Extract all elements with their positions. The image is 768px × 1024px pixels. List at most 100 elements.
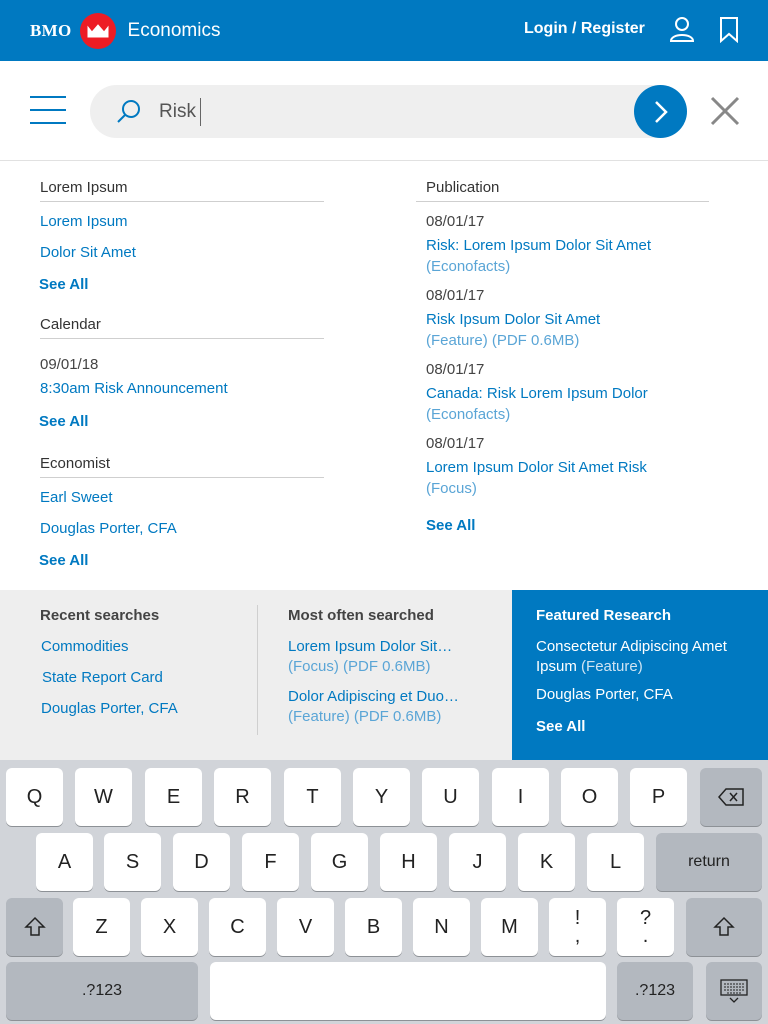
- publication-link[interactable]: Canada: Risk Lorem Ipsum Dolor: [426, 385, 648, 402]
- featured-heading: Featured Research: [536, 607, 672, 624]
- key-q[interactable]: Q: [6, 768, 63, 826]
- section-heading: Calendar: [40, 311, 324, 339]
- key-v[interactable]: V: [277, 898, 334, 956]
- top-bar: BMO Economics Login / Register: [0, 0, 768, 61]
- hamburger-menu-icon[interactable]: [30, 96, 66, 124]
- featured-type: (Feature): [581, 658, 643, 675]
- key-exclaim-comma[interactable]: ! ,: [549, 898, 606, 956]
- key-e[interactable]: E: [145, 768, 202, 826]
- key-b[interactable]: B: [345, 898, 402, 956]
- most-often-link[interactable]: Lorem Ipsum Dolor Sit…: [288, 638, 452, 655]
- most-often-link[interactable]: Dolor Adipiscing et Duo…: [288, 688, 459, 705]
- publication-type: (Feature) (PDF 0.6MB): [426, 332, 580, 349]
- publication-date: 08/01/17: [426, 361, 485, 378]
- key-h[interactable]: H: [380, 833, 437, 891]
- chevron-right-icon: [654, 100, 668, 123]
- key-p[interactable]: P: [630, 768, 687, 826]
- recent-search-item[interactable]: Commodities: [41, 638, 129, 655]
- key-i[interactable]: I: [492, 768, 549, 826]
- see-all-publication[interactable]: See All: [426, 517, 475, 534]
- economist-link-1[interactable]: Earl Sweet: [40, 489, 113, 506]
- publication-type: (Econofacts): [426, 258, 511, 275]
- key-bottom-char: ,: [574, 925, 581, 947]
- see-all-economist[interactable]: See All: [39, 552, 88, 569]
- bottom-panels: Recent searches Commodities State Report…: [0, 590, 768, 760]
- publication-date: 08/01/17: [426, 435, 485, 452]
- publication-section: Publication: [416, 174, 709, 202]
- calendar-event-link[interactable]: 8:30am Risk Announcement: [40, 380, 228, 397]
- panel-divider: [257, 605, 258, 735]
- search-input[interactable]: [159, 99, 619, 125]
- key-z[interactable]: Z: [73, 898, 130, 956]
- featured-title-line2[interactable]: Ipsum (Feature): [536, 658, 643, 675]
- key-o[interactable]: O: [561, 768, 618, 826]
- section-heading: Economist: [40, 450, 324, 478]
- section-heading: Lorem Ipsum: [40, 174, 324, 202]
- search-box[interactable]: [90, 85, 687, 138]
- recent-search-item[interactable]: Douglas Porter, CFA: [41, 700, 178, 717]
- login-register-link[interactable]: Login / Register: [524, 20, 645, 38]
- calendar-date: 09/01/18: [40, 356, 99, 373]
- hide-keyboard-key[interactable]: [706, 962, 762, 1020]
- section-heading: Publication: [416, 174, 709, 202]
- bookmark-icon[interactable]: [719, 17, 739, 48]
- key-s[interactable]: S: [104, 833, 161, 891]
- lorem-link-2[interactable]: Dolor Sit Amet: [40, 244, 136, 261]
- key-k[interactable]: K: [518, 833, 575, 891]
- key-c[interactable]: C: [209, 898, 266, 956]
- text-caret: [200, 98, 201, 126]
- search-row: [0, 61, 768, 161]
- search-icon: [116, 99, 142, 130]
- search-submit-button[interactable]: [634, 85, 687, 138]
- publication-link[interactable]: Risk: Lorem Ipsum Dolor Sit Amet: [426, 237, 651, 254]
- key-question-period[interactable]: ? .: [617, 898, 674, 956]
- shift-left-key[interactable]: [6, 898, 63, 956]
- key-g[interactable]: G: [311, 833, 368, 891]
- recent-searches-heading: Recent searches: [40, 607, 160, 624]
- key-j[interactable]: J: [449, 833, 506, 891]
- economist-link-2[interactable]: Douglas Porter, CFA: [40, 520, 177, 537]
- key-t[interactable]: T: [284, 768, 341, 826]
- key-r[interactable]: R: [214, 768, 271, 826]
- publication-link[interactable]: Lorem Ipsum Dolor Sit Amet Risk: [426, 459, 647, 476]
- featured-research-panel: Featured Research Consectetur Adipiscing…: [512, 590, 768, 760]
- publication-date: 08/01/17: [426, 213, 485, 230]
- publication-date: 08/01/17: [426, 287, 485, 304]
- close-icon[interactable]: [709, 95, 741, 132]
- key-n[interactable]: N: [413, 898, 470, 956]
- shift-icon: [713, 916, 735, 936]
- publication-link[interactable]: Risk Ipsum Dolor Sit Amet: [426, 311, 600, 328]
- brand-name: BMO: [30, 21, 72, 40]
- return-key[interactable]: return: [656, 833, 762, 891]
- backspace-key[interactable]: [700, 768, 762, 826]
- featured-title-link[interactable]: Consectetur Adipiscing Amet: [536, 638, 727, 655]
- key-y[interactable]: Y: [353, 768, 410, 826]
- brand-logo[interactable]: BMO Economics: [30, 13, 220, 49]
- see-all-lorem[interactable]: See All: [39, 276, 88, 293]
- lorem-link-1[interactable]: Lorem Ipsum: [40, 213, 128, 230]
- economist-section: Economist: [40, 450, 324, 478]
- key-l[interactable]: L: [587, 833, 644, 891]
- see-all-calendar[interactable]: See All: [39, 413, 88, 430]
- recent-search-item[interactable]: State Report Card: [42, 669, 163, 686]
- key-d[interactable]: D: [173, 833, 230, 891]
- key-u[interactable]: U: [422, 768, 479, 826]
- space-key[interactable]: [210, 962, 606, 1020]
- key-x[interactable]: X: [141, 898, 198, 956]
- shift-icon: [23, 916, 46, 936]
- see-all-featured[interactable]: See All: [536, 718, 585, 735]
- shift-right-key[interactable]: [686, 898, 762, 956]
- bmo-roundel-icon: [79, 13, 116, 49]
- user-icon[interactable]: [669, 16, 695, 47]
- publication-type: (Econofacts): [426, 406, 511, 423]
- featured-author-link[interactable]: Douglas Porter, CFA: [536, 686, 673, 703]
- key-a[interactable]: A: [36, 833, 93, 891]
- keyboard-dismiss-icon: [720, 979, 748, 1003]
- on-screen-keyboard: Q W E R T Y U I O P A S D F G H J K L re…: [0, 760, 768, 1024]
- key-w[interactable]: W: [75, 768, 132, 826]
- numbers-key-left[interactable]: .?123: [6, 962, 198, 1020]
- numbers-key-right[interactable]: .?123: [617, 962, 693, 1020]
- key-f[interactable]: F: [242, 833, 299, 891]
- key-m[interactable]: M: [481, 898, 538, 956]
- most-often-type: (Focus) (PDF 0.6MB): [288, 658, 431, 675]
